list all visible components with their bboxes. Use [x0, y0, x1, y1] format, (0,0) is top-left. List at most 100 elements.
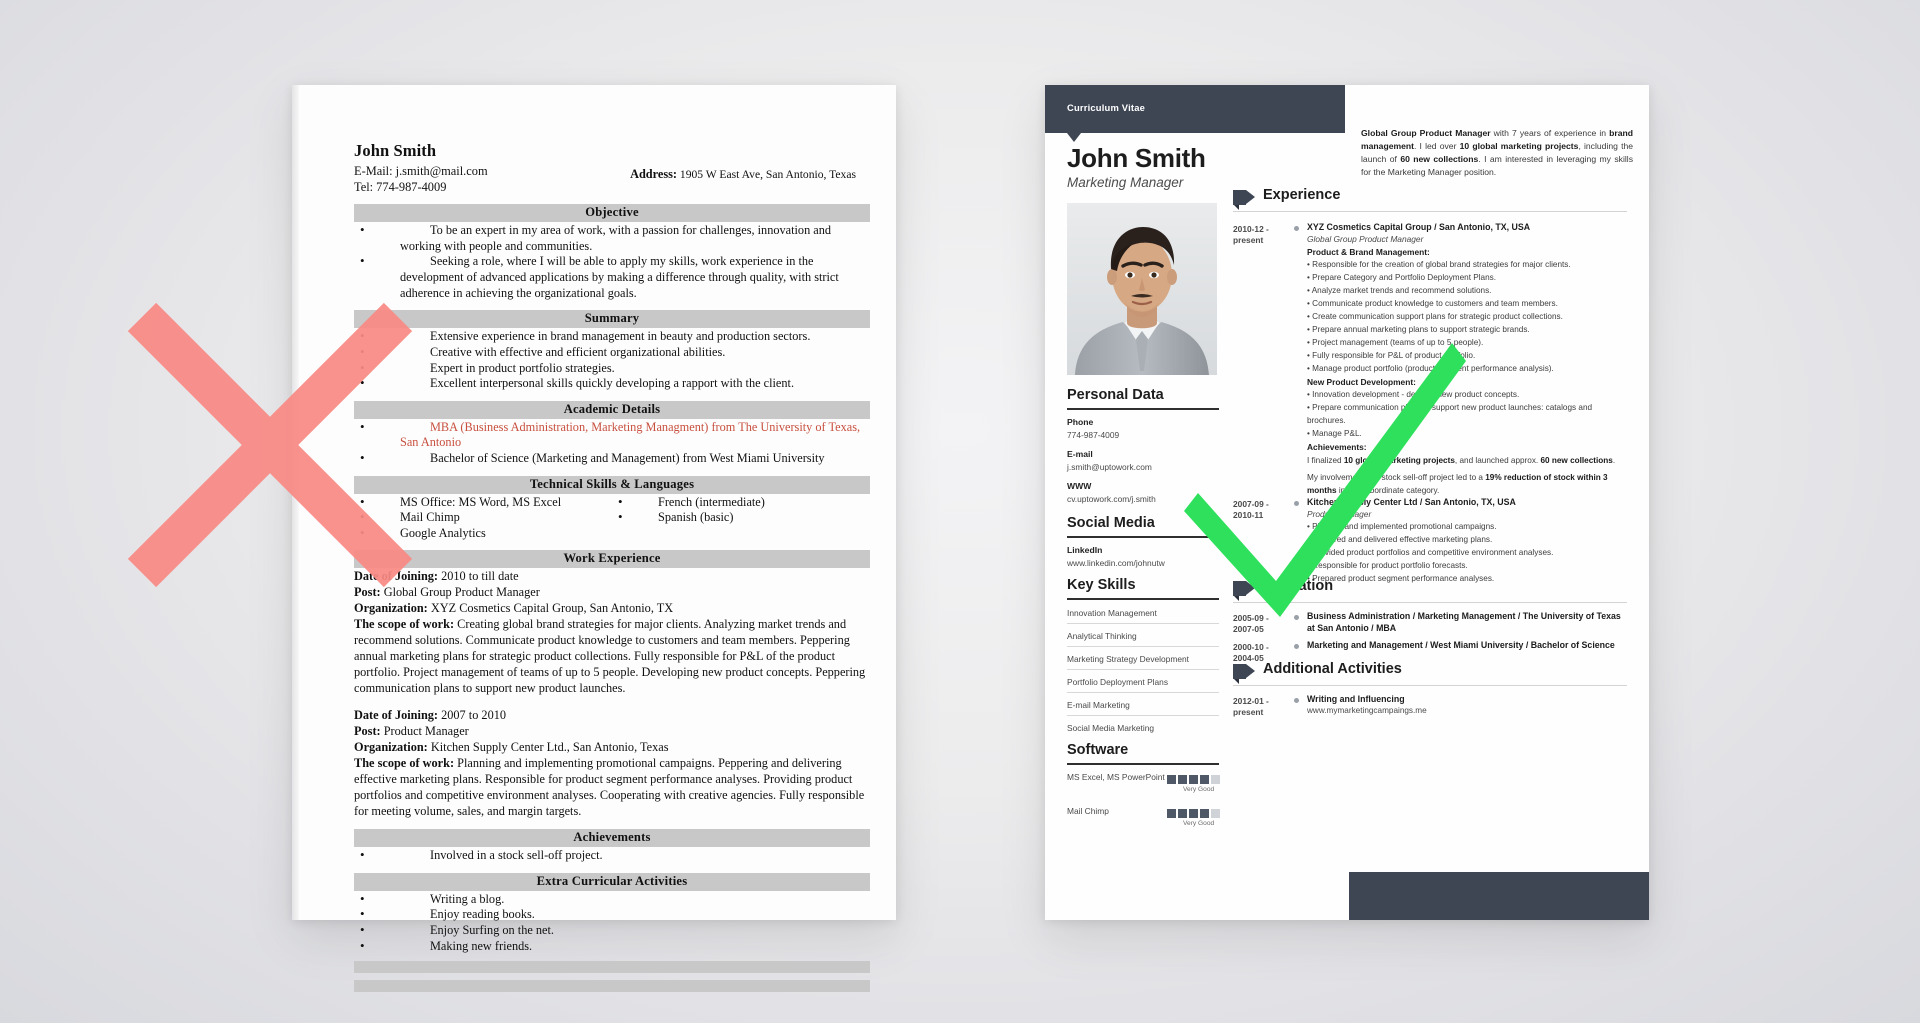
- skill-left-0: MS Office: MS Word, MS Excel: [400, 494, 562, 509]
- academic-bullet-0: MBA (Business Administration, Marketing …: [400, 419, 861, 450]
- footer-bar: [1349, 872, 1649, 920]
- cv-header-bar: Curriculum Vitae: [1045, 85, 1345, 142]
- education-entry: Marketing and Management / West Miami Un…: [1307, 639, 1627, 651]
- academic-list: MBA (Business Administration, Marketing …: [354, 419, 870, 467]
- extra-bullet-2: Enjoy Surfing on the net.: [430, 922, 554, 937]
- work-org-label: Organization:: [354, 601, 428, 616]
- good-resume-role: Marketing Manager: [1067, 175, 1184, 190]
- section-heading-objective: Objective: [354, 204, 870, 223]
- divider: [1067, 763, 1219, 765]
- section-heading-extra: Extra Curricular Activities: [354, 872, 870, 891]
- experience-title: XYZ Cosmetics Capital Group / San Antoni…: [1307, 222, 1531, 232]
- sidebar-heading-social-media: Social Media: [1067, 515, 1155, 531]
- divider: [1067, 646, 1219, 647]
- rating-block-on: [1200, 809, 1209, 818]
- education-title: Marketing and Management / West Miami Un…: [1307, 640, 1615, 650]
- field-value-linkedin[interactable]: www.linkedin.com/johnutw: [1067, 558, 1165, 568]
- list-item: Excellent interpersonal skills quickly d…: [354, 375, 870, 392]
- extra-list: Writing a blog. Enjoy reading books. Enj…: [354, 891, 870, 955]
- bad-resume-address: Address: 1905 W East Ave, San Antonio, T…: [630, 167, 856, 182]
- section-heading-achievements: Achievements: [354, 829, 870, 848]
- experience-date: 2010-12 - present: [1233, 224, 1269, 246]
- address-label: Address:: [630, 167, 677, 181]
- work-org-value: XYZ Cosmetics Capital Group, San Antonio…: [430, 601, 674, 616]
- experience-bullet: • Prepare Category and Portfolio Deploym…: [1307, 273, 1497, 283]
- additional-date: 2012-01 - present: [1233, 696, 1269, 718]
- list-item: Spanish (basic): [612, 509, 870, 526]
- skill-right-0: French (intermediate): [658, 494, 765, 509]
- bad-resume-name: John Smith: [354, 141, 437, 160]
- sidebar-heading-personal-data: Personal Data: [1067, 387, 1164, 403]
- field-label-email: E-mail: [1067, 449, 1093, 459]
- summary-bullet-1: Creative with effective and efficient or…: [430, 344, 726, 359]
- work-scope-line: The scope of work: Planning and implemen…: [354, 756, 870, 820]
- section-heading-experience: Experience: [1263, 187, 1341, 203]
- achievement-bullet-0: Involved in a stock sell-off project.: [430, 848, 603, 863]
- additional-title: Writing and Influencing: [1307, 694, 1405, 704]
- key-skill-item: Portfolio Deployment Plans: [1067, 677, 1169, 687]
- summary-bullet-3: Excellent interpersonal skills quickly d…: [430, 376, 795, 391]
- rating-block-on: [1189, 775, 1198, 784]
- key-skill-item: Innovation Management: [1067, 608, 1157, 618]
- section-work-experience: Work Experience Date of Joining: 2010 to…: [354, 550, 870, 820]
- work-scope-label: The scope of work:: [354, 617, 455, 632]
- section-objective: Objective To be an expert in my area of …: [354, 204, 870, 301]
- summary-part-2: with 7 years of experience in: [1490, 128, 1610, 138]
- key-skill-item: E-mail Marketing: [1067, 700, 1130, 710]
- divider: [1067, 715, 1219, 716]
- timeline-dot: [1294, 644, 1299, 649]
- work-entry: Date of Joining: 2010 to till date Post:…: [354, 569, 870, 697]
- list-item: Enjoy Surfing on the net.: [354, 922, 870, 939]
- objective-list: To be an expert in my area of work, with…: [354, 222, 870, 301]
- address-value: 1905 W East Ave, San Antonio, Texas: [679, 168, 856, 181]
- red-x-mark: [120, 295, 420, 595]
- timeline-dot: [1294, 698, 1299, 703]
- section-heading-academic: Academic Details: [354, 400, 870, 419]
- list-item: Making new friends.: [354, 938, 870, 955]
- work-date-value: 2010 to till date: [441, 569, 519, 584]
- work-post-label: Post:: [354, 724, 381, 739]
- work-post-line: Post: Product Manager: [354, 724, 870, 740]
- sidebar-heading-software: Software: [1067, 742, 1129, 758]
- summary-list: Extensive experience in brand management…: [354, 328, 870, 392]
- list-item: MBA (Business Administration, Marketing …: [354, 419, 870, 451]
- software-rating: [1167, 809, 1220, 818]
- work-post-line: Post: Global Group Product Manager: [354, 585, 870, 601]
- experience-bullet: • Create communication support plans for…: [1307, 312, 1563, 322]
- work-org-label: Organization:: [354, 740, 428, 755]
- section-technical-skills: Technical Skills & Languages MS Office: …: [354, 475, 870, 542]
- rating-block-on: [1178, 775, 1187, 784]
- extra-bullet-0: Writing a blog.: [430, 891, 505, 906]
- list-item: Extensive experience in brand management…: [354, 328, 870, 345]
- check-icon: [1184, 343, 1466, 617]
- summary-bullet-0: Extensive experience in brand management…: [430, 329, 811, 344]
- decorative-bar: [354, 980, 870, 993]
- field-value-www[interactable]: cv.uptowork.com/j.smith: [1067, 494, 1156, 504]
- rating-block-off: [1211, 775, 1220, 784]
- section-heading-additional: Additional Activities: [1263, 661, 1402, 677]
- section-heading-skills: Technical Skills & Languages: [354, 475, 870, 494]
- objective-bullet-0: To be an expert in my area of work, with…: [400, 223, 832, 253]
- section-flag-icon: [1233, 664, 1255, 684]
- key-skill-item: Marketing Strategy Development: [1067, 654, 1189, 664]
- key-skill-item: Social Media Marketing: [1067, 723, 1155, 733]
- work-entry: Date of Joining: 2007 to 2010 Post: Prod…: [354, 708, 870, 820]
- summary-part-5: 10 global marketing projects: [1459, 141, 1579, 152]
- field-label-phone: Phone: [1067, 417, 1094, 427]
- experience-bullet: • Analyze market trends and recommend so…: [1307, 286, 1492, 296]
- good-resume-summary: Global Group Product Manager with 7 year…: [1361, 127, 1633, 179]
- field-value-email: j.smith@uptowork.com: [1067, 462, 1152, 472]
- work-post-value: Product Manager: [383, 724, 469, 739]
- additional-link[interactable]: www.mymarketingcampaings.me: [1307, 705, 1627, 717]
- experience-subtitle: Global Group Product Manager: [1307, 234, 1424, 245]
- work-scope-label: The scope of work:: [354, 756, 455, 771]
- rating-block-off: [1211, 809, 1220, 818]
- field-label-linkedin: LinkedIn: [1067, 545, 1103, 555]
- work-date-value: 2007 to 2010: [441, 708, 507, 723]
- section-heading-summary: Summary: [354, 310, 870, 329]
- key-skill-item: Analytical Thinking: [1067, 631, 1137, 641]
- experience-group-title: Product & Brand Management:: [1307, 246, 1430, 257]
- software-item-name: Mail Chimp: [1067, 806, 1109, 816]
- divider: [1233, 211, 1627, 212]
- list-item: Involved in a stock sell-off project.: [354, 847, 870, 864]
